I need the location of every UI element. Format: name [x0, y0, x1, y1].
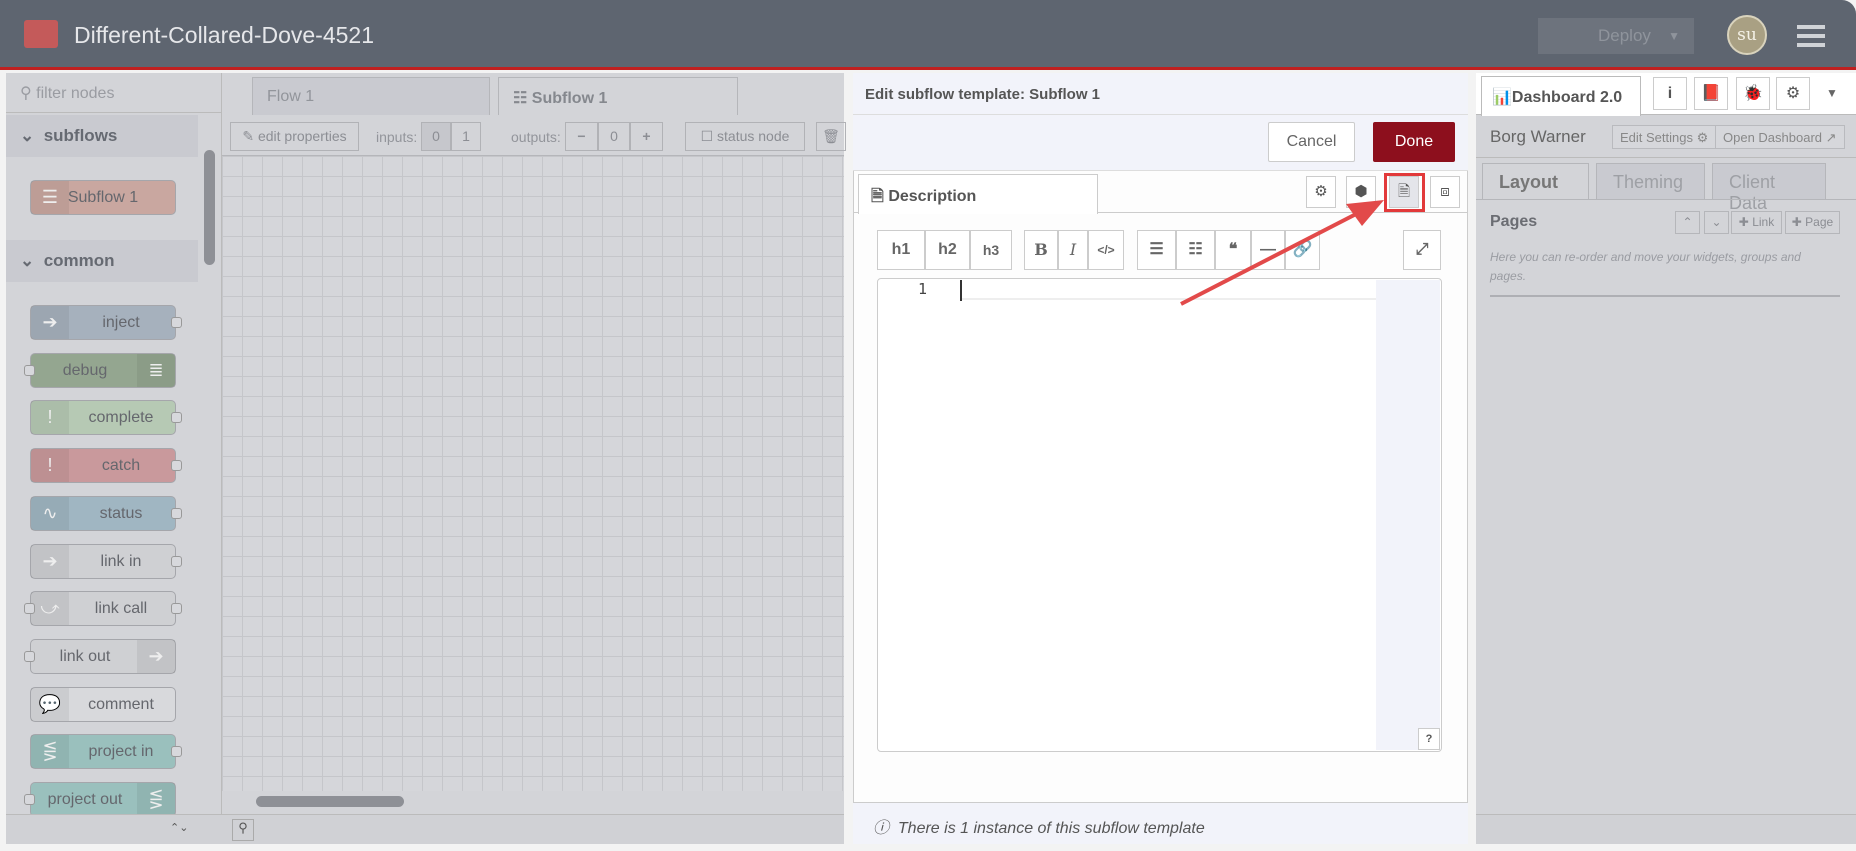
chevron-down-icon[interactable]: ▼ [1826, 86, 1838, 100]
tab-layout[interactable]: Layout [1482, 163, 1589, 200]
divider [1476, 199, 1856, 200]
tab-dashboard[interactable]: 📊Dashboard 2.0 [1481, 76, 1641, 116]
annotation-arrow-line [1180, 210, 1361, 306]
move-down-icon[interactable]: ⌄ [1704, 211, 1729, 234]
book-icon[interactable]: 📕 [1694, 77, 1728, 110]
dashboard-name: Borg Warner [1490, 127, 1586, 146]
annotation-arrow-head [1346, 200, 1384, 226]
divider [1476, 157, 1856, 158]
divider [1490, 295, 1840, 297]
gear-icon[interactable]: ⚙ [1776, 77, 1810, 110]
pages-title: Pages [1490, 213, 1538, 230]
pages-help-text: Here you can re-order and move your widg… [1490, 250, 1801, 283]
tab-client-data[interactable]: Client Data [1712, 163, 1826, 213]
bug-icon[interactable]: 🐞 [1736, 77, 1770, 110]
sidebar-footer [1476, 814, 1856, 844]
info-icon[interactable]: i [1653, 77, 1687, 110]
open-dashboard-button[interactable]: Open Dashboard ↗ [1715, 125, 1845, 149]
tab-theming[interactable]: Theming [1596, 163, 1705, 200]
add-link-button[interactable]: ✚ Link [1731, 211, 1782, 234]
move-up-icon[interactable]: ⌃ [1675, 211, 1700, 234]
add-page-button[interactable]: ✚ Page [1785, 211, 1840, 234]
edit-settings-button[interactable]: Edit Settings ⚙ [1612, 125, 1717, 149]
bar-chart-icon: 📊 [1492, 89, 1512, 106]
